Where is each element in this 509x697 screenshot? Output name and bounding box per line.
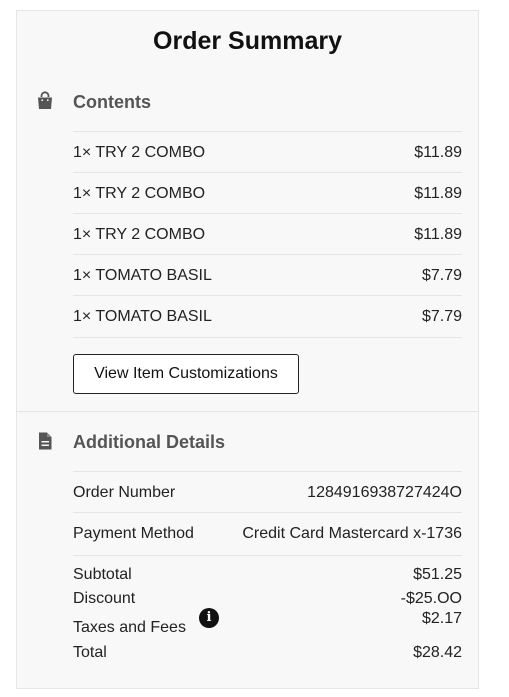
- contents-section-title: Contents: [73, 92, 151, 112]
- taxes-label: Taxes and Fees: [73, 619, 186, 636]
- total-row: Total $28.42: [73, 640, 462, 664]
- order-number-row: Order Number 1284916938727424O: [73, 471, 462, 513]
- subtotal-label: Subtotal: [73, 566, 132, 583]
- order-number-value: 1284916938727424O: [307, 483, 462, 501]
- order-summary-card: Order Summary Contents 1× TRY 2 COMBO $1…: [16, 10, 479, 689]
- details-section-title: Additional Details: [73, 432, 226, 452]
- payment-method-value: Credit Card Mastercard x-1736: [242, 524, 462, 542]
- item-price: $7.79: [421, 266, 462, 284]
- list-item: 1× TOMATO BASIL $7.79: [73, 254, 462, 296]
- item-label: 1× TOMATO BASIL: [73, 266, 212, 284]
- shopping-bag-icon: [38, 91, 52, 109]
- taxes-row: Taxes and Fees i $2.17: [73, 608, 462, 640]
- item-label: 1× TOMATO BASIL: [73, 307, 212, 325]
- payment-method-label: Payment Method: [73, 524, 194, 542]
- item-price: $11.89: [414, 143, 462, 161]
- payment-method-row: Payment Method Credit Card Mastercard x-…: [73, 512, 462, 554]
- list-item: 1× TRY 2 COMBO $11.89: [73, 131, 462, 173]
- item-label: 1× TRY 2 COMBO: [73, 184, 206, 202]
- item-price: $11.89: [414, 225, 462, 243]
- taxes-value: $2.17: [421, 610, 462, 627]
- discount-label: Discount: [73, 590, 136, 607]
- discount-row: Discount -$25.OO: [73, 586, 462, 610]
- totals-block: Subtotal $51.25 Discount -$25.OO Taxes a…: [73, 555, 462, 664]
- item-price: $11.89: [414, 184, 462, 202]
- list-item: 1× TRY 2 COMBO $11.89: [73, 213, 462, 255]
- item-label: 1× TRY 2 COMBO: [73, 143, 206, 161]
- discount-value: -$25.OO: [400, 590, 462, 607]
- item-label: 1× TRY 2 COMBO: [73, 225, 206, 243]
- item-price: $7.79: [421, 307, 462, 325]
- info-icon[interactable]: i: [199, 608, 219, 628]
- total-value: $28.42: [413, 644, 462, 661]
- view-item-customizations-button[interactable]: View Item Customizations: [73, 354, 299, 394]
- section-divider: [17, 411, 478, 412]
- page-title: Order Summary: [153, 27, 342, 55]
- total-label: Total: [73, 644, 107, 661]
- document-icon: [39, 432, 52, 450]
- order-number-label: Order Number: [73, 483, 176, 501]
- subtotal-row: Subtotal $51.25: [73, 562, 462, 586]
- list-item: 1× TOMATO BASIL $7.79: [73, 295, 462, 338]
- subtotal-value: $51.25: [413, 566, 462, 583]
- list-item: 1× TRY 2 COMBO $11.89: [73, 172, 462, 214]
